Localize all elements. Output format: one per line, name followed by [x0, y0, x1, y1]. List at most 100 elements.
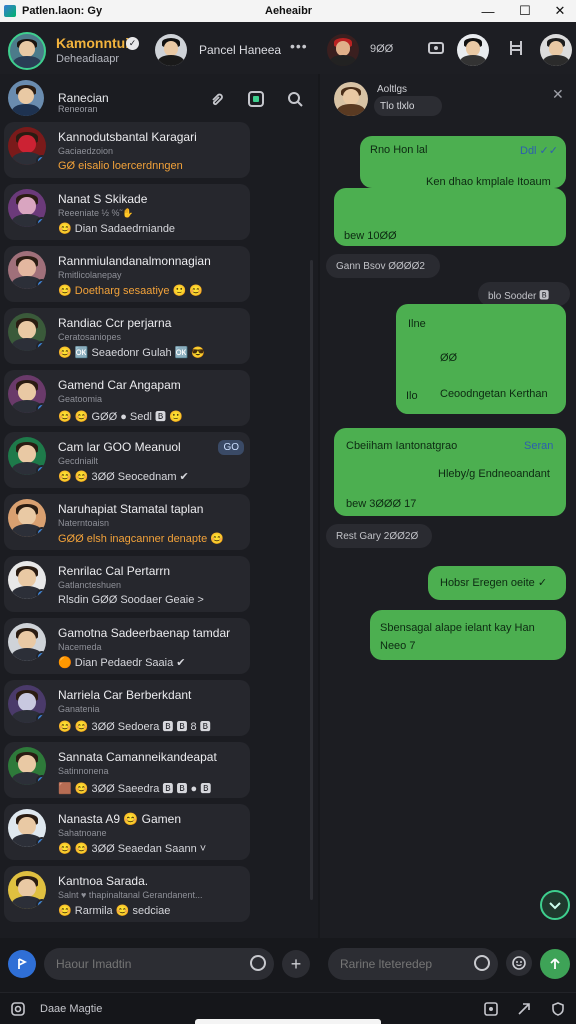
- maximize-button[interactable]: ☐: [513, 0, 537, 22]
- outgoing-message-bubble[interactable]: bew 10ØØ: [334, 188, 566, 246]
- window-title: Patlen.laon: Gy: [22, 5, 103, 17]
- chat-name: Narriela Car Berberkdant: [58, 688, 192, 702]
- more-options-icon[interactable]: •••: [290, 38, 308, 54]
- message-text: Ceoodngetan Kerthan: [440, 388, 548, 400]
- incoming-message-bubble[interactable]: Gann Bsov ØØØØ2: [326, 254, 440, 278]
- chat-subtitle: Sahatnoane: [58, 828, 107, 838]
- profile-avatar-2[interactable]: [457, 34, 489, 66]
- scroll-down-button[interactable]: [540, 890, 570, 920]
- chat-avatar[interactable]: [8, 747, 46, 785]
- home-indicator: [195, 1019, 381, 1024]
- shield-icon[interactable]: [550, 1001, 566, 1017]
- messenger-app: Patlen.laon: Gy Aeheaibr — ☐ ✕ Kamonntui…: [0, 0, 576, 1024]
- profile-avatar-3[interactable]: [540, 34, 572, 66]
- chat-name: Renrilac Cal Pertarrn: [58, 564, 171, 578]
- contact-avatar[interactable]: [155, 34, 187, 66]
- chat-name: Randiac Ccr perjarna: [58, 316, 172, 330]
- search-icon[interactable]: [474, 955, 490, 971]
- send-button[interactable]: [540, 949, 570, 979]
- chat-list-item[interactable]: Nanasta A9 😊 Gamen Sahatnoane 😊 😊 3ØØ Seae…: [4, 804, 250, 860]
- chat-list-item[interactable]: Gamend Car Angapam Geatoomia 😊 😊 GØØ ● Sed…: [4, 370, 250, 426]
- verified-badge-icon: [36, 713, 46, 723]
- incoming-message-bubble[interactable]: Rest Gary 2ØØ2Ø: [326, 524, 432, 548]
- group-avatar[interactable]: [327, 34, 359, 66]
- bottom-bar: Daae Magtie: [0, 992, 576, 1024]
- attach-icon[interactable]: [208, 90, 226, 108]
- chat-list-item[interactable]: Kannodutsbantal Karagari Gaciaedzoion GØ e…: [4, 122, 250, 178]
- chat-list-item[interactable]: Gamotna Sadeerbaenap tamdar Nacemeda 🟠 Dia…: [4, 618, 250, 674]
- outgoing-message-bubble[interactable]: Cbeiiham Iantonatgrao Seran Hleby/g Endneo…: [334, 428, 566, 516]
- message-text: Ilne: [408, 318, 426, 330]
- verified-badge-icon: [36, 341, 46, 351]
- chat-subtitle: Naterntoaisn: [58, 518, 110, 528]
- chat-name: Naruhapiat Stamatal taplan: [58, 502, 204, 516]
- header-contact-name[interactable]: Pancel Haneea: [199, 43, 281, 57]
- account-avatar[interactable]: [8, 80, 44, 116]
- status-icon[interactable]: [247, 90, 265, 108]
- chat-subtitle: Gecdniailt: [58, 456, 99, 466]
- chat-avatar[interactable]: [8, 871, 46, 909]
- message-status: Ddl ✓✓: [520, 145, 558, 157]
- video-call-icon[interactable]: [427, 39, 445, 57]
- message-status: Seran: [524, 440, 554, 452]
- search-icon[interactable]: [250, 955, 266, 971]
- chat-list-item[interactable]: Cam lar GOO Meanuol Gecdniailt 😊 😊 3ØØ Seo…: [4, 432, 250, 488]
- outgoing-message-bubble[interactable]: Rno Hon lal Ddl ✓✓ Ken dhao kmplale Itoaum: [360, 136, 566, 188]
- outgoing-message-bubble[interactable]: Hobsr Eregen oeite ✓: [428, 566, 566, 600]
- new-chat-button[interactable]: [8, 950, 36, 978]
- chat-preview: 😊 Doetharg sesaatiye 🙂 😊: [58, 285, 204, 297]
- chat-avatar[interactable]: [8, 251, 46, 289]
- chat-subtitle: Reeeniate ½ %̃ ✋: [58, 208, 134, 218]
- app-icon: [4, 5, 16, 17]
- chat-search-input[interactable]: [56, 948, 246, 980]
- close-window-button[interactable]: ✕: [548, 0, 572, 22]
- chat-avatar[interactable]: [8, 375, 46, 413]
- outgoing-message-bubble[interactable]: Ilo: [396, 380, 430, 414]
- gallery-icon[interactable]: [483, 1001, 499, 1017]
- chat-list-item[interactable]: Naruhapiat Stamatal taplan Naterntoaisn GØ…: [4, 494, 250, 550]
- outgoing-message-bubble[interactable]: Sbensagal alape ielant kay Han Neeo 7: [370, 610, 566, 660]
- account-name: Ranecian: [58, 91, 109, 105]
- chat-list-item[interactable]: Rannmiulandanalmonnagian Rmitlicolanepay 😊…: [4, 246, 250, 302]
- layout-icon[interactable]: [507, 39, 525, 57]
- chat-avatar[interactable]: [8, 499, 46, 537]
- chat-tag-badge: GO: [218, 440, 244, 455]
- chat-avatar[interactable]: [8, 437, 46, 475]
- chat-avatar[interactable]: [8, 685, 46, 723]
- share-icon[interactable]: [516, 1001, 532, 1017]
- message-text: Rest Gary 2ØØ2Ø: [336, 530, 419, 542]
- close-conversation-icon[interactable]: ✕: [552, 86, 564, 103]
- chat-avatar[interactable]: [8, 313, 46, 351]
- chat-list-item[interactable]: Sannata Camanneikandeapat Satinnonena 🟫 😊 …: [4, 742, 250, 798]
- chat-search-field[interactable]: [44, 948, 274, 980]
- chat-list-item[interactable]: Renrilac Cal Pertarrn Gatlancteshuen Rlsdi…: [4, 556, 250, 612]
- camera-icon[interactable]: [10, 1001, 26, 1017]
- chat-avatar[interactable]: [8, 189, 46, 227]
- chat-list-item[interactable]: Narriela Car Berberkdant Ganatenia 😊 😊 3ØØ…: [4, 680, 250, 736]
- verified-badge-icon: [36, 279, 46, 289]
- chat-list-item[interactable]: Randiac Ccr perjarna Ceratosaniopes 😊 🆗 Se…: [4, 308, 250, 364]
- message-composer[interactable]: [328, 948, 498, 980]
- my-status: Deheadiaapr: [56, 53, 119, 65]
- chat-avatar[interactable]: [8, 623, 46, 661]
- chat-list-scrollbar[interactable]: [310, 260, 313, 900]
- chat-subtitle: Satinnonena: [58, 766, 109, 776]
- conversation-avatar[interactable]: [334, 82, 368, 116]
- emoji-button[interactable]: [506, 950, 532, 976]
- chat-subtitle: Rmitlicolanepay: [58, 270, 122, 280]
- search-icon[interactable]: [286, 90, 304, 108]
- minimize-button[interactable]: —: [476, 0, 500, 22]
- chat-avatar[interactable]: [8, 127, 46, 165]
- incoming-message-bubble[interactable]: blo Sooder 🅱: [478, 282, 570, 306]
- message-text: Ken dhao kmplale Itoaum: [426, 176, 551, 188]
- message-input[interactable]: [340, 948, 470, 980]
- chat-name: Kannodutsbantal Karagari: [58, 130, 197, 144]
- chat-name: Gamend Car Angapam: [58, 378, 181, 392]
- chat-list-item[interactable]: Nanat S Skikade Reeeniate ½ %̃ ✋ 😊 Dian Sa…: [4, 184, 250, 240]
- add-button[interactable]: +: [282, 950, 310, 978]
- chat-avatar[interactable]: [8, 809, 46, 847]
- chat-preview: 😊 😊 3ØØ Seaedan Saann ˅: [58, 843, 207, 855]
- my-avatar[interactable]: [8, 32, 46, 70]
- chat-avatar[interactable]: [8, 561, 46, 599]
- chat-list-item[interactable]: Kantnoa Sarada. Salnt ♥ thapinaltanal Ger…: [4, 866, 250, 922]
